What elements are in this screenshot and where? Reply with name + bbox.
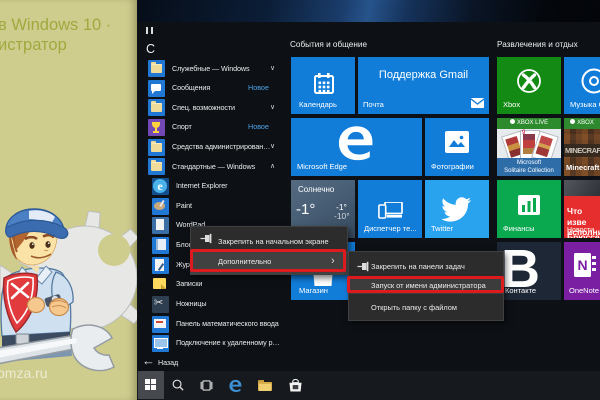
- svg-text:N: N: [577, 257, 587, 273]
